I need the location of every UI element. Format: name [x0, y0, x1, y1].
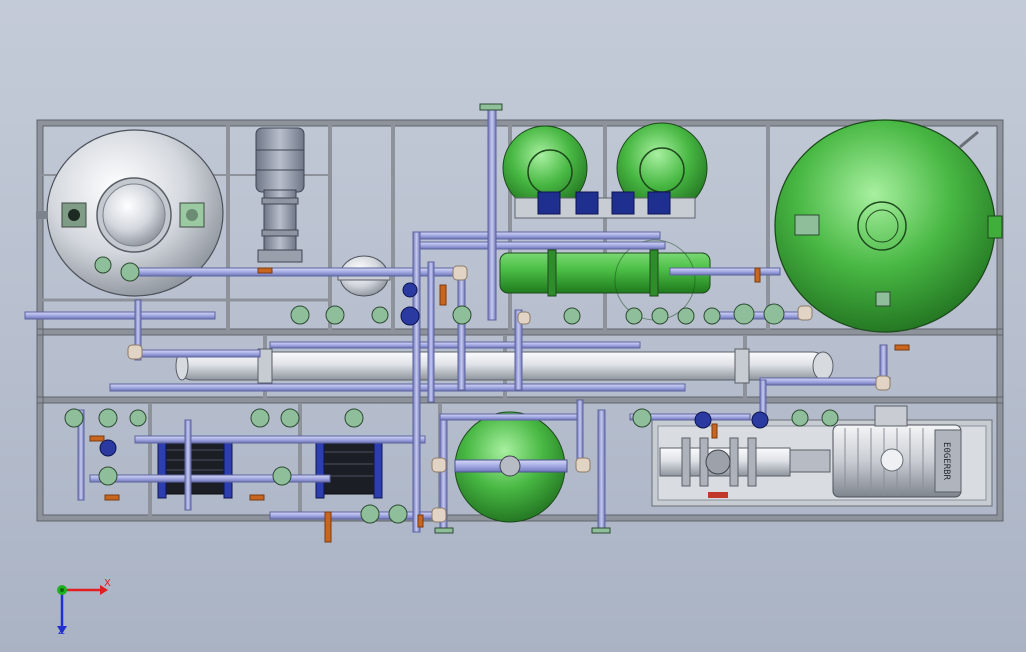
storage-tank-right[interactable] — [774, 119, 1003, 333]
axis-triad: X Z — [57, 578, 111, 637]
receiver-sphere[interactable] — [454, 411, 568, 523]
vertical-column[interactable] — [255, 127, 305, 263]
plate-exchanger-1[interactable] — [157, 435, 233, 499]
motor-nameplate: E0GERBR — [941, 442, 951, 481]
axis-x-label: X — [104, 578, 111, 589]
cad-viewport[interactable]: E0GERBR X Z — [0, 0, 1026, 652]
plate-exchanger-2[interactable] — [315, 435, 383, 499]
assembly-drawing[interactable]: E0GERBR X Z — [0, 0, 1026, 652]
axis-z-label: Z — [58, 626, 65, 637]
horizontal-receiver[interactable] — [175, 348, 834, 384]
pump-coupling[interactable] — [789, 449, 831, 473]
